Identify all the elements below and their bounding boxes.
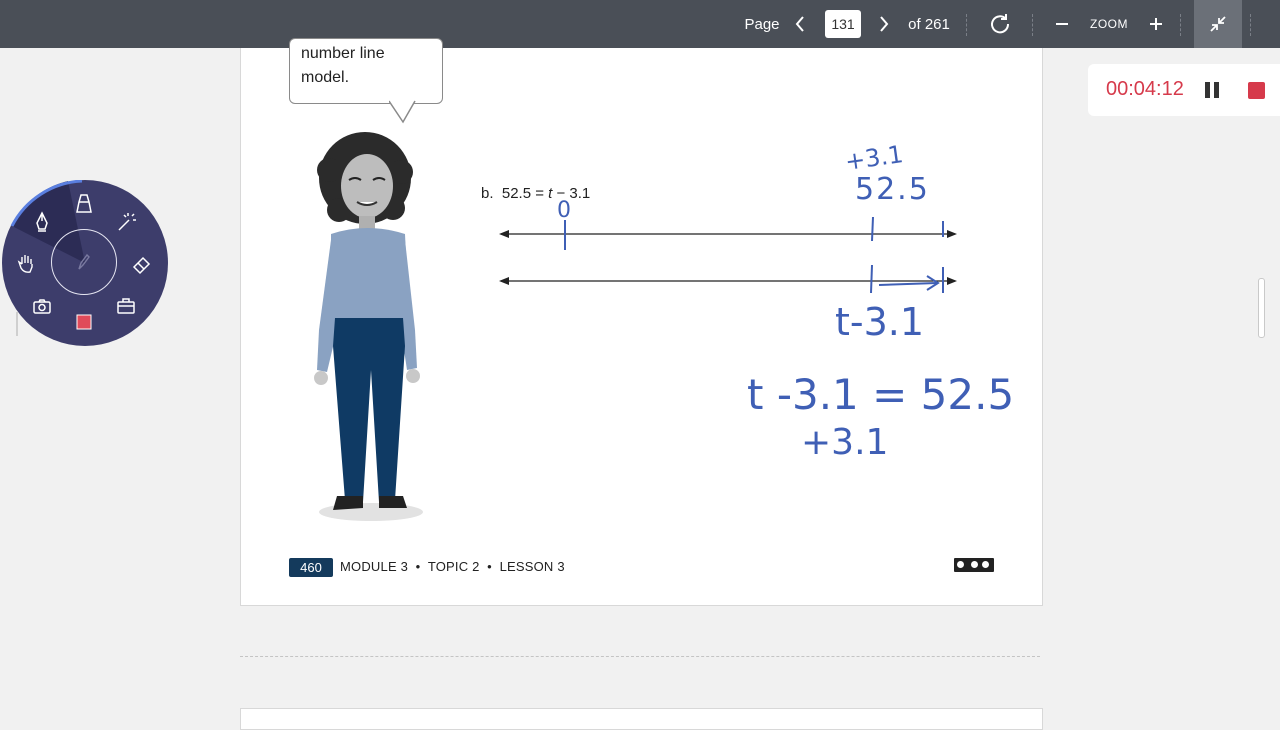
toolbox-tool-button[interactable] <box>114 294 138 318</box>
toolbox-icon <box>117 298 135 314</box>
toolbar-divider <box>966 14 967 36</box>
bubble-text-line: number line <box>301 45 385 62</box>
zoom-label: ZOOM <box>1090 17 1128 31</box>
teacher-illustration <box>314 132 423 521</box>
footer-page-number: 460 <box>289 558 333 577</box>
next-page-button[interactable] <box>872 0 896 48</box>
page-label: Page <box>744 15 780 33</box>
prev-page-button[interactable] <box>788 0 812 48</box>
stop-tool-button[interactable] <box>72 310 96 334</box>
ink-value-label: 52.5 <box>855 172 930 207</box>
pen-tool-button[interactable] <box>30 210 54 234</box>
refresh-button[interactable] <box>986 0 1014 48</box>
timer-elapsed: 00:04:12 <box>1106 78 1184 100</box>
chevron-right-icon <box>880 16 889 32</box>
ink-expression-label: t-3.1 <box>835 300 925 344</box>
magic-wand-icon <box>118 213 136 231</box>
stop-recording-button[interactable] <box>1248 82 1265 99</box>
eraser-tool-button[interactable] <box>130 252 154 276</box>
chevron-left-icon <box>795 16 804 32</box>
footer-lesson: LESSON 3 <box>499 559 565 574</box>
highlighter-tool-button[interactable] <box>72 192 96 216</box>
toolbar-divider <box>1180 14 1181 36</box>
hand-icon <box>17 255 33 273</box>
ink-plus-label: +3.1 <box>843 140 905 176</box>
footer-breadcrumb: MODULE 3 • TOPIC 2 • LESSON 3 <box>340 559 565 574</box>
page-separator <box>240 656 1040 657</box>
plus-icon <box>1150 18 1162 30</box>
problem-label: b. <box>481 185 494 202</box>
ink-zero-label: 0 <box>557 198 571 223</box>
current-tool-button[interactable] <box>51 229 117 295</box>
bubble-text-line: model. <box>301 69 350 86</box>
eraser-icon <box>132 256 151 275</box>
document-page: number line model. b. 52.5 = t − 3.1 0 +… <box>240 38 1043 606</box>
ink-add-line: +3.1 <box>801 422 889 463</box>
page-number-input[interactable] <box>825 10 861 38</box>
speech-bubble-tail <box>389 100 416 124</box>
camera-tool-button[interactable] <box>30 294 54 318</box>
collapse-button[interactable] <box>1194 0 1242 48</box>
ink-marks-right <box>870 216 944 294</box>
toolbar-divider <box>1032 14 1033 36</box>
hand-tool-button[interactable] <box>14 252 38 276</box>
page-total: of 261 <box>908 15 950 33</box>
footer-module: MODULE 3 <box>340 559 409 574</box>
ink-equation: t -3.1 = 52.5 <box>747 370 1015 419</box>
scrollbar-thumb[interactable] <box>1258 278 1265 338</box>
stop-icon <box>76 314 92 330</box>
problem-lhs: 52.5 = <box>501 185 544 202</box>
minus-icon <box>1056 23 1068 25</box>
refresh-icon <box>991 14 1010 34</box>
footer-topic: TOPIC 2 <box>427 559 480 574</box>
pencil-icon <box>78 253 90 270</box>
zoom-out-button[interactable] <box>1050 0 1074 48</box>
toolbar-divider <box>1250 14 1251 36</box>
ink-tick-marks <box>564 220 566 250</box>
camera-icon <box>33 299 51 314</box>
radial-tool-menu <box>2 180 168 346</box>
recording-timer: 00:04:12 <box>1088 64 1280 116</box>
highlighter-icon <box>76 194 92 213</box>
pen-icon <box>36 211 48 232</box>
pause-button[interactable] <box>1203 80 1223 100</box>
creative-commons-logo <box>954 558 994 572</box>
zoom-in-button[interactable] <box>1144 0 1168 48</box>
next-document-page <box>240 708 1043 730</box>
top-toolbar: Page of 261 ZOOM <box>0 0 1280 48</box>
magic-wand-tool-button[interactable] <box>114 210 138 234</box>
bubble-text: number line model. <box>301 42 441 90</box>
collapse-arrows-icon <box>1210 16 1226 32</box>
